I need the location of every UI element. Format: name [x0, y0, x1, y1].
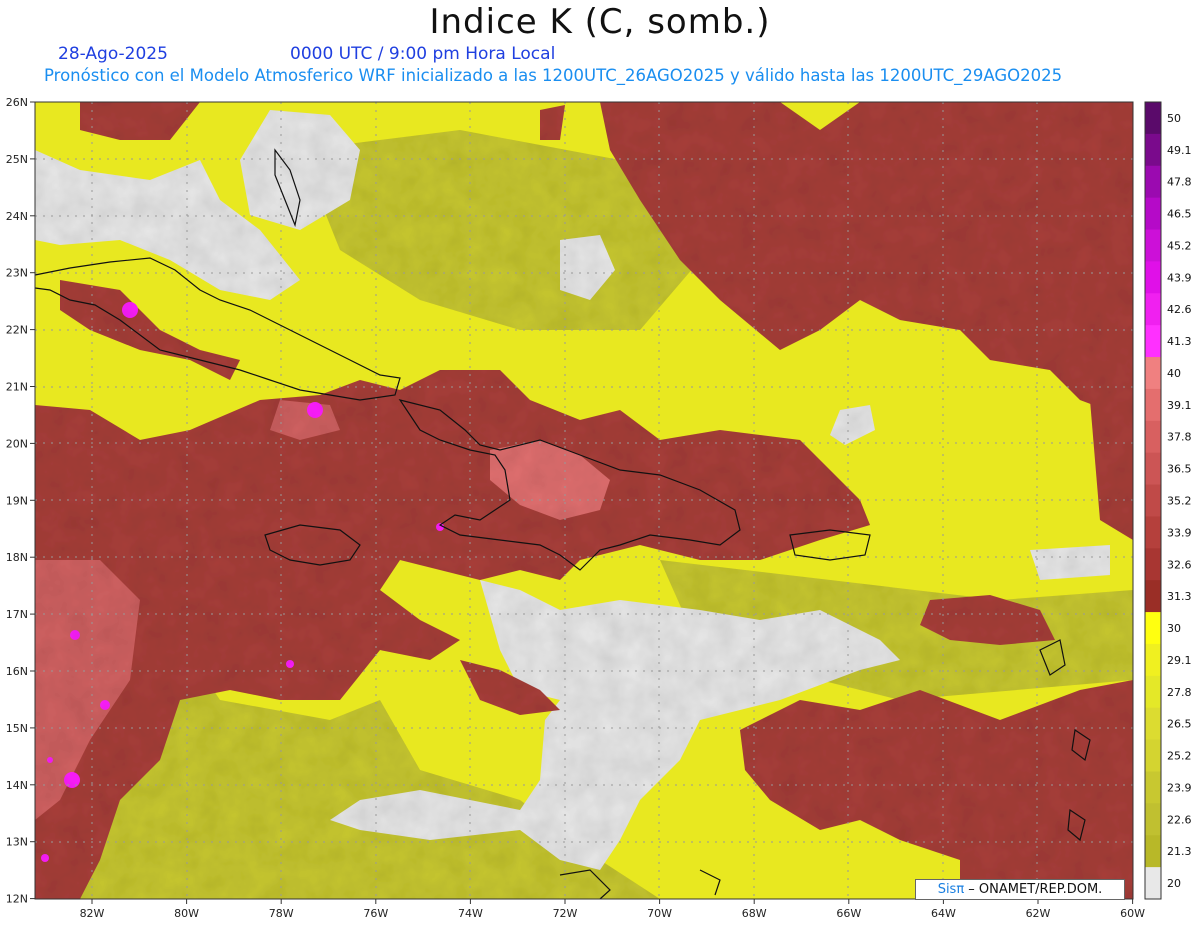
lat-label: 18N	[6, 551, 28, 564]
colorbar-label: 20	[1167, 877, 1181, 890]
lon-label: 68W	[742, 907, 767, 920]
credit-brand: Sisπ	[937, 882, 965, 897]
magenta-spot	[100, 700, 110, 710]
lon-label: 64W	[931, 907, 956, 920]
lon-label: 66W	[836, 907, 861, 920]
lat-label: 21N	[6, 381, 28, 394]
lat-label: 17N	[6, 608, 28, 621]
colorbar-label: 49.1	[1167, 144, 1192, 157]
colorbar-label: 46.5	[1167, 208, 1192, 221]
lon-label: 76W	[363, 907, 388, 920]
colorbar-segment	[1145, 261, 1161, 294]
colorbar-segment	[1145, 803, 1161, 836]
colorbar-label: 32.6	[1167, 558, 1192, 571]
lat-label: 12N	[6, 893, 28, 906]
forecast-date: 28-Ago-2025	[58, 44, 168, 64]
magenta-spot	[64, 772, 80, 788]
colorbar-segment	[1145, 548, 1161, 581]
map-area	[35, 102, 1133, 899]
lat-label: 19N	[6, 494, 28, 507]
lon-label: 80W	[174, 907, 199, 920]
colorbar-label: 42.6	[1167, 303, 1192, 316]
colorbar-label: 45.2	[1167, 239, 1192, 252]
colorbar-segment	[1145, 516, 1161, 549]
lat-label: 13N	[6, 836, 28, 849]
colorbar-label: 43.9	[1167, 271, 1192, 284]
lon-label: 70W	[647, 907, 672, 920]
colorbar-segment	[1145, 357, 1161, 390]
colorbar-segment	[1145, 835, 1161, 868]
colorbar-label: 47.8	[1167, 176, 1192, 189]
colorbar-segment	[1145, 165, 1161, 199]
latitude-labels: 26N 25N 24N 23N 22N 21N 20N 19N 18N 17N 16N 15N 14N 1…	[6, 96, 35, 906]
colorbar-label: 40	[1167, 367, 1181, 380]
colorbar-segment	[1145, 643, 1161, 677]
lon-label: 82W	[80, 907, 105, 920]
colorbar-label: 41.3	[1167, 335, 1192, 348]
k-index-map-figure: 26N 25N 24N 23N 22N 21N 20N 19N 18N 17N 16N 15N 14N 1…	[6, 96, 1192, 920]
colorbar-segment	[1145, 771, 1161, 804]
magenta-spot	[70, 630, 80, 640]
colorbar-label: 50	[1167, 112, 1181, 125]
colorbar-segment	[1145, 420, 1161, 454]
colorbar-label: 36.5	[1167, 463, 1192, 476]
colorbar-label: 37.8	[1167, 431, 1192, 444]
colorbar-segment	[1145, 102, 1161, 135]
colorbar-label: 25.2	[1167, 750, 1192, 763]
colorbar-label: 26.5	[1167, 718, 1192, 731]
lat-label: 22N	[6, 324, 28, 337]
colorbar-label: 21.3	[1167, 845, 1192, 858]
magenta-spot	[307, 402, 323, 418]
credit-org: – ONAMET/REP.DOM.	[964, 882, 1103, 897]
colorbar-label: 30	[1167, 622, 1181, 635]
colorbar-segment	[1145, 388, 1161, 422]
forecast-time: 0000 UTC / 9:00 pm Hora Local	[290, 44, 556, 64]
lat-label: 26N	[6, 96, 28, 109]
colorbar-segment	[1145, 229, 1161, 262]
lon-label: 78W	[269, 907, 294, 920]
colorbar-label: 29.1	[1167, 654, 1192, 667]
lat-label: 16N	[6, 665, 28, 678]
magenta-spot	[41, 854, 49, 862]
credit-badge: Sisπ – ONAMET/REP.DOM.	[915, 879, 1125, 900]
magenta-spot	[47, 757, 53, 763]
colorbar-label: 39.1	[1167, 399, 1192, 412]
magenta-spot	[122, 302, 138, 318]
colorbar-label: 27.8	[1167, 686, 1192, 699]
lat-label: 15N	[6, 722, 28, 735]
color-bar: 50 49.1 47.8 46.5 45.2 43.9 42.6 41.3 40 39.1 37.8…	[1144, 101, 1192, 900]
colorbar-label: 31.3	[1167, 590, 1192, 603]
lat-label: 20N	[6, 437, 28, 450]
lon-label: 62W	[1026, 907, 1051, 920]
colorbar-segment	[1145, 484, 1161, 517]
colorbar-segment	[1145, 707, 1161, 741]
colorbar-segment	[1145, 580, 1161, 613]
colorbar-label: 22.6	[1167, 813, 1192, 826]
colorbar-segment	[1145, 612, 1161, 645]
colorbar-segment	[1145, 325, 1161, 358]
lon-label: 74W	[458, 907, 483, 920]
lat-label: 24N	[6, 210, 28, 223]
magenta-spot	[286, 660, 294, 668]
lon-label: 60W	[1120, 907, 1145, 920]
colorbar-label: 35.2	[1167, 495, 1192, 508]
lat-label: 25N	[6, 153, 28, 166]
lat-label: 14N	[6, 779, 28, 792]
forecast-description: Pronóstico con el Modelo Atmosferico WRF…	[44, 66, 1063, 85]
colorbar-segment	[1145, 867, 1161, 900]
colorbar-segment	[1145, 675, 1161, 709]
longitude-labels: 82W 80W 78W 76W 74W 72W 70W 68W 66W 64W 62W 60W	[80, 899, 1145, 920]
colorbar-label: 33.9	[1167, 526, 1192, 539]
map-title: Indice K (C, somb.)	[429, 2, 771, 42]
colorbar-segment	[1145, 452, 1161, 486]
colorbar-segment	[1145, 739, 1161, 772]
colorbar-segment	[1145, 197, 1161, 231]
lat-label: 23N	[6, 267, 28, 280]
dry-area-east	[1030, 545, 1110, 580]
colorbar-segment	[1145, 133, 1161, 167]
colorbar-segment	[1145, 293, 1161, 326]
colorbar-label: 23.9	[1167, 781, 1192, 794]
lon-label: 72W	[553, 907, 578, 920]
